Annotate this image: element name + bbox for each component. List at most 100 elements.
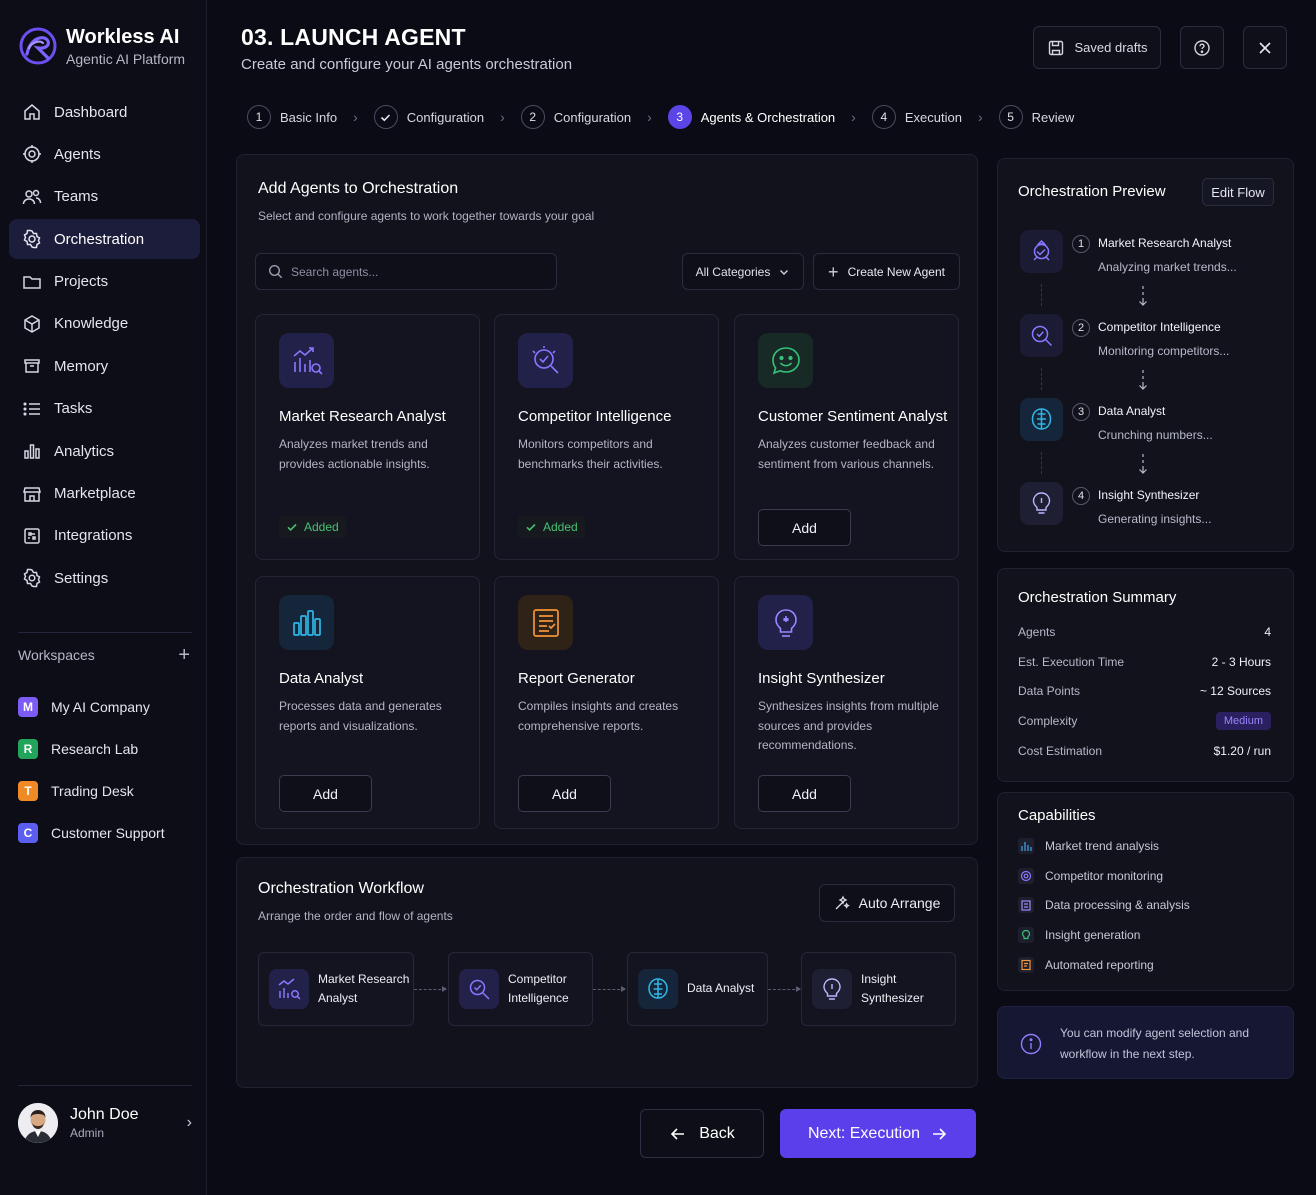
summary-row-execution-time: Est. Execution Time 2 - 3 Hours	[1018, 655, 1271, 669]
step-configuration-done[interactable]: Configuration	[373, 105, 484, 129]
sidebar-item-memory[interactable]: Memory	[9, 346, 200, 386]
step-number: 5	[998, 105, 1023, 129]
flow-node-market-research[interactable]: Market Research Analyst	[258, 952, 414, 1026]
add-agent-button[interactable]: Add	[279, 775, 372, 812]
sidebar-item-projects[interactable]: Projects	[9, 262, 200, 302]
close-icon	[1259, 41, 1271, 54]
chevron-right-icon: ›	[500, 109, 505, 125]
agent-card-market-research[interactable]: Market Research Analyst Analyzes market …	[255, 314, 480, 560]
agent-card-insight-synthesizer[interactable]: Insight Synthesizer Synthesizes insights…	[734, 576, 959, 829]
sidebar-item-knowledge[interactable]: Knowledge	[9, 304, 200, 344]
saved-drafts-button[interactable]: Saved drafts	[1033, 26, 1161, 69]
agent-card-data-analyst[interactable]: Data Analyst Processes data and generate…	[255, 576, 480, 829]
sidebar-item-settings[interactable]: Settings	[9, 558, 200, 598]
agent-card-report-generator[interactable]: Report Generator Compiles insights and c…	[494, 576, 719, 829]
flow-arrow	[593, 986, 626, 992]
flow-node-competitor-intelligence[interactable]: Competitor Intelligence	[448, 952, 593, 1026]
flow-node-label: Insight Synthesizer	[861, 971, 924, 1006]
chevron-right-icon[interactable]: ›	[187, 1114, 192, 1132]
workspace-item-my-ai-company[interactable]: M My AI Company	[18, 686, 165, 728]
workspace-item-customer-support[interactable]: C Customer Support	[18, 812, 165, 854]
customer-sentiment-icon	[758, 333, 813, 388]
report-icon	[1018, 957, 1034, 973]
flow-node-insight-synthesizer[interactable]: Insight Synthesizer	[801, 952, 956, 1026]
step-number: 4	[871, 105, 896, 129]
add-agent-button[interactable]: Add	[758, 509, 851, 546]
agent-card-title: Customer Sentiment Analyst	[758, 408, 948, 425]
flow-node-label: Data Analyst	[687, 981, 755, 996]
step-label: Execution	[904, 109, 962, 125]
workspace-item-research-lab[interactable]: R Research Lab	[18, 728, 165, 770]
next-execution-button[interactable]: Next: Execution	[780, 1109, 976, 1158]
search-input[interactable]	[291, 264, 531, 279]
sidebar-nav: Dashboard Agents Teams Orchestration Pro…	[9, 92, 200, 601]
agent-card-title: Market Research Analyst	[279, 408, 446, 425]
sidebar-item-label: Analytics	[54, 442, 115, 460]
sidebar-item-integrations[interactable]: Integrations	[9, 516, 200, 556]
workspace-list: M My AI Company R Research Lab T Trading…	[18, 686, 165, 854]
summary-title: Orchestration Summary	[1018, 589, 1177, 606]
agent-card-competitor-intelligence[interactable]: Competitor Intelligence Monitors competi…	[494, 314, 719, 560]
back-label: Back	[699, 1124, 735, 1142]
add-agent-button[interactable]: Add	[758, 775, 851, 812]
add-workspace-icon[interactable]: +	[178, 645, 190, 665]
step-label: Configuration	[553, 109, 632, 125]
agent-card-title: Report Generator	[518, 670, 635, 687]
sidebar-item-label: Projects	[54, 273, 109, 291]
close-button[interactable]	[1243, 26, 1287, 69]
sidebar-item-analytics[interactable]: Analytics	[9, 431, 200, 471]
agent-search[interactable]	[255, 253, 557, 290]
sidebar-item-tasks[interactable]: Tasks	[9, 389, 200, 429]
user-profile[interactable]: John Doe Admin ›	[18, 1103, 192, 1143]
sidebar: Workless AI Agentic AI Platform Dashboar…	[0, 0, 207, 1195]
back-button[interactable]: Back	[640, 1109, 764, 1158]
step-number: 1	[247, 105, 271, 129]
create-new-agent-button[interactable]: + Create New Agent	[813, 253, 960, 290]
flow-node-label: Competitor Intelligence	[508, 971, 569, 1006]
summary-row-agents: Agents 4	[1018, 625, 1271, 639]
chevron-right-icon: ›	[353, 109, 358, 125]
add-agents-title: Add Agents to Orchestration	[258, 180, 459, 197]
flow-node-data-analyst[interactable]: Data Analyst	[627, 952, 768, 1026]
agent-card-customer-sentiment[interactable]: Customer Sentiment Analyst Analyzes cust…	[734, 314, 959, 560]
help-button[interactable]	[1180, 26, 1224, 69]
step-execution[interactable]: 4 Execution	[871, 105, 962, 129]
add-agent-button[interactable]: Add	[518, 775, 611, 812]
sidebar-item-teams[interactable]: Teams	[9, 177, 200, 217]
sidebar-item-marketplace[interactable]: Marketplace	[9, 474, 200, 514]
gear-icon	[23, 569, 41, 588]
agent-card-title: Insight Synthesizer	[758, 670, 885, 687]
integrations-icon	[24, 528, 40, 544]
workspace-label: Research Lab	[51, 741, 139, 757]
summary-row-complexity: Complexity Medium	[1018, 712, 1271, 730]
agent-card-description: Analyzes market trends and provides acti…	[279, 437, 430, 471]
orchestration-preview-title: Orchestration Preview	[1018, 183, 1166, 200]
target-icon	[1018, 868, 1034, 884]
edit-flow-button[interactable]: Edit Flow	[1202, 178, 1274, 206]
agent-card-description: Monitors competitors and benchmarks thei…	[518, 437, 663, 471]
sidebar-item-orchestration[interactable]: Orchestration	[9, 219, 200, 260]
step-basic-info[interactable]: 1 Basic Info	[247, 105, 337, 129]
market-research-icon	[279, 333, 334, 388]
brand[interactable]: Workless AI Agentic AI Platform	[18, 24, 185, 68]
page-subtitle: Create and configure your AI agents orch…	[241, 56, 573, 73]
sidebar-item-label: Knowledge	[54, 315, 129, 333]
category-select-value: All Categories	[695, 264, 771, 279]
auto-arrange-button[interactable]: Auto Arrange	[819, 884, 955, 922]
preview-item-status: Analyzing market trends...	[1098, 260, 1237, 274]
sidebar-item-label: Memory	[54, 357, 109, 375]
step-agents-orchestration[interactable]: 3 Agents & Orchestration	[667, 105, 835, 129]
sidebar-item-label: Teams	[54, 188, 99, 206]
arrow-left-icon	[671, 1127, 685, 1140]
sidebar-item-agents[interactable]: Agents	[9, 134, 200, 174]
category-select[interactable]: All Categories	[682, 253, 804, 290]
step-review[interactable]: 5 Review	[998, 105, 1074, 129]
preview-item-status: Generating insights...	[1098, 512, 1212, 526]
sidebar-item-label: Agents	[54, 145, 101, 163]
step-number: 3	[667, 105, 692, 129]
step-configuration[interactable]: 2 Configuration	[520, 105, 632, 129]
sidebar-item-dashboard[interactable]: Dashboard	[9, 92, 200, 132]
user-name: John Doe	[70, 1106, 139, 1123]
workspace-item-trading-desk[interactable]: T Trading Desk	[18, 770, 165, 812]
sidebar-item-label: Integrations	[54, 527, 133, 545]
